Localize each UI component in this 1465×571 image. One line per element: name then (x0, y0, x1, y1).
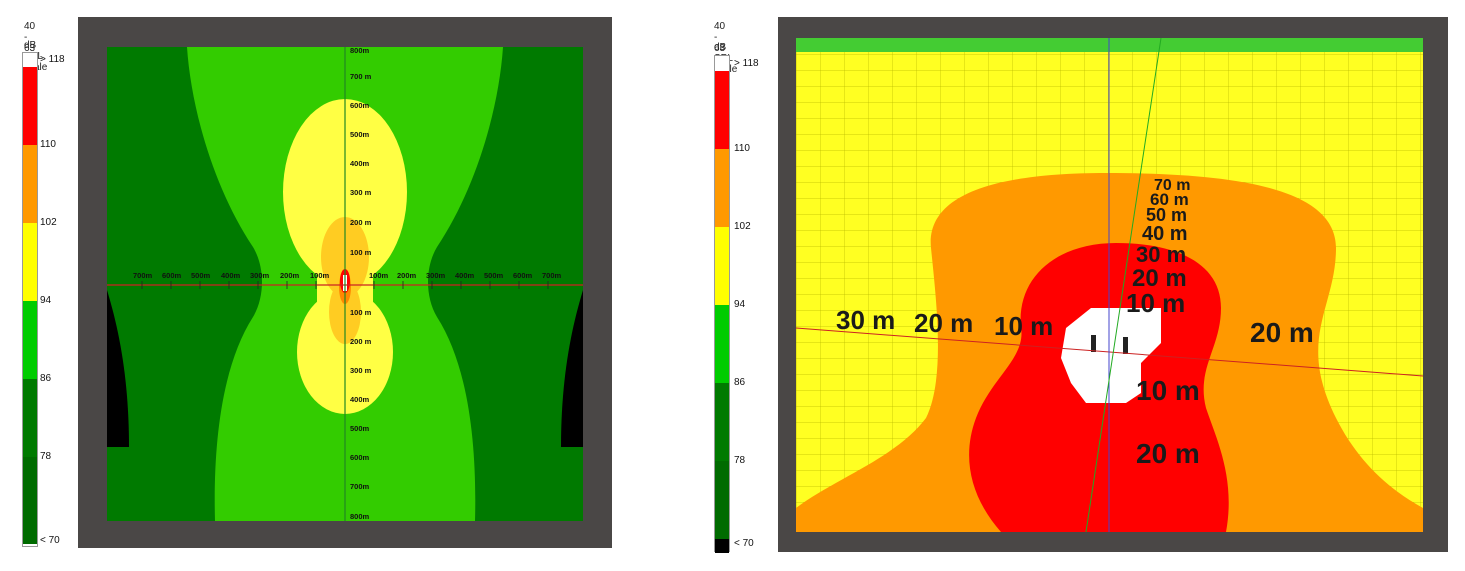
legend-swatch-white (715, 56, 729, 71)
axis-label: 100m (310, 271, 330, 280)
legend-swatch-yellow (23, 223, 37, 301)
axis-label: 200m (397, 271, 417, 280)
axis-label: 300m (426, 271, 446, 280)
axis-label: 500m (350, 130, 370, 139)
left-label: 10 m (994, 311, 1053, 341)
legend-label: 78 (734, 455, 746, 466)
legend-label: 86 (40, 373, 52, 384)
depth-label: 20 m (1136, 438, 1200, 469)
axis-label: 700m (350, 482, 370, 491)
legend-label: > 118 (734, 58, 759, 69)
legend-swatch-darkgreen-2 (715, 461, 729, 539)
axis-label: 100 m (350, 248, 372, 257)
legend-label: 102 (40, 217, 57, 228)
axis-label: 300 m (350, 188, 372, 197)
axis-label: 700 m (350, 72, 372, 81)
axis-label: 200 m (350, 337, 372, 346)
axis-label: 600m (513, 271, 533, 280)
legend-label: < 70 (734, 538, 754, 549)
axis-label: 500m (350, 424, 370, 433)
axis-label: 500m (484, 271, 504, 280)
legend-swatch-green (23, 301, 37, 379)
legend-swatch-white (23, 53, 37, 67)
speaker-stack-right (1123, 337, 1128, 354)
legend-label: 110 (734, 143, 750, 154)
depth-label: 10 m (1136, 375, 1200, 406)
legend-label: 86 (734, 377, 746, 388)
axis-label: 100m (369, 271, 389, 280)
speaker-stack-left (1091, 335, 1096, 352)
left-label: 30 m (836, 305, 895, 335)
axis-label: 600m (162, 271, 182, 280)
legend-swatch-black (715, 539, 729, 553)
axis-label: 200 m (350, 218, 372, 227)
legend-swatch-orange (23, 145, 37, 223)
legend-label: 94 (734, 299, 746, 310)
axis-label: 300m (250, 271, 270, 280)
depth-label: 30 m (1136, 242, 1186, 267)
legend-swatch-orange (715, 149, 729, 227)
axis-label: 300 m (350, 366, 372, 375)
spl-perspective-view: 70 m 60 m 50 m 40 m 30 m 20 m 10 m 30 m … (796, 38, 1423, 532)
legend-swatch-red (715, 71, 729, 149)
depth-label: 10 m (1126, 288, 1185, 318)
axis-label: 700m (542, 271, 562, 280)
legend-swatch-red (23, 67, 37, 145)
axis-label: 800m (350, 512, 370, 521)
spl-map-top-view: 700m 600m 500m 400m 300m 200m 100m 100m … (107, 47, 583, 521)
axis-label: 600m (350, 453, 370, 462)
axis-label: 500m (191, 271, 211, 280)
axis-label: 700m (133, 271, 153, 280)
legend-swatch-darkgreen (23, 379, 37, 457)
spl-legend (714, 55, 730, 553)
legend-swatch-darkgreen-2 (23, 457, 37, 544)
axis-label: 800m (350, 47, 370, 55)
legend-label: < 70 (40, 535, 60, 546)
legend-label: 110 (40, 139, 56, 150)
legend-label: > 118 (40, 54, 65, 65)
legend-swatch-yellow (715, 227, 729, 305)
legend-label: 78 (40, 451, 52, 462)
axis-label: 100 m (350, 308, 372, 317)
axis-label: 400m (350, 395, 370, 404)
axis-label: 400m (221, 271, 241, 280)
legend-swatch-green (715, 305, 729, 383)
axis-label: 200m (280, 271, 300, 280)
axis-label: 600m (350, 101, 370, 110)
spl-legend (22, 52, 38, 547)
left-label: 20 m (914, 308, 973, 338)
legend-label: 94 (40, 295, 52, 306)
legend-label: 102 (734, 221, 751, 232)
legend-swatch-darkgreen (715, 383, 729, 461)
axis-label: 400m (350, 159, 370, 168)
depth-label: 50 m (1146, 205, 1187, 225)
right-label: 20 m (1250, 317, 1314, 348)
axis-label: 400m (455, 271, 475, 280)
